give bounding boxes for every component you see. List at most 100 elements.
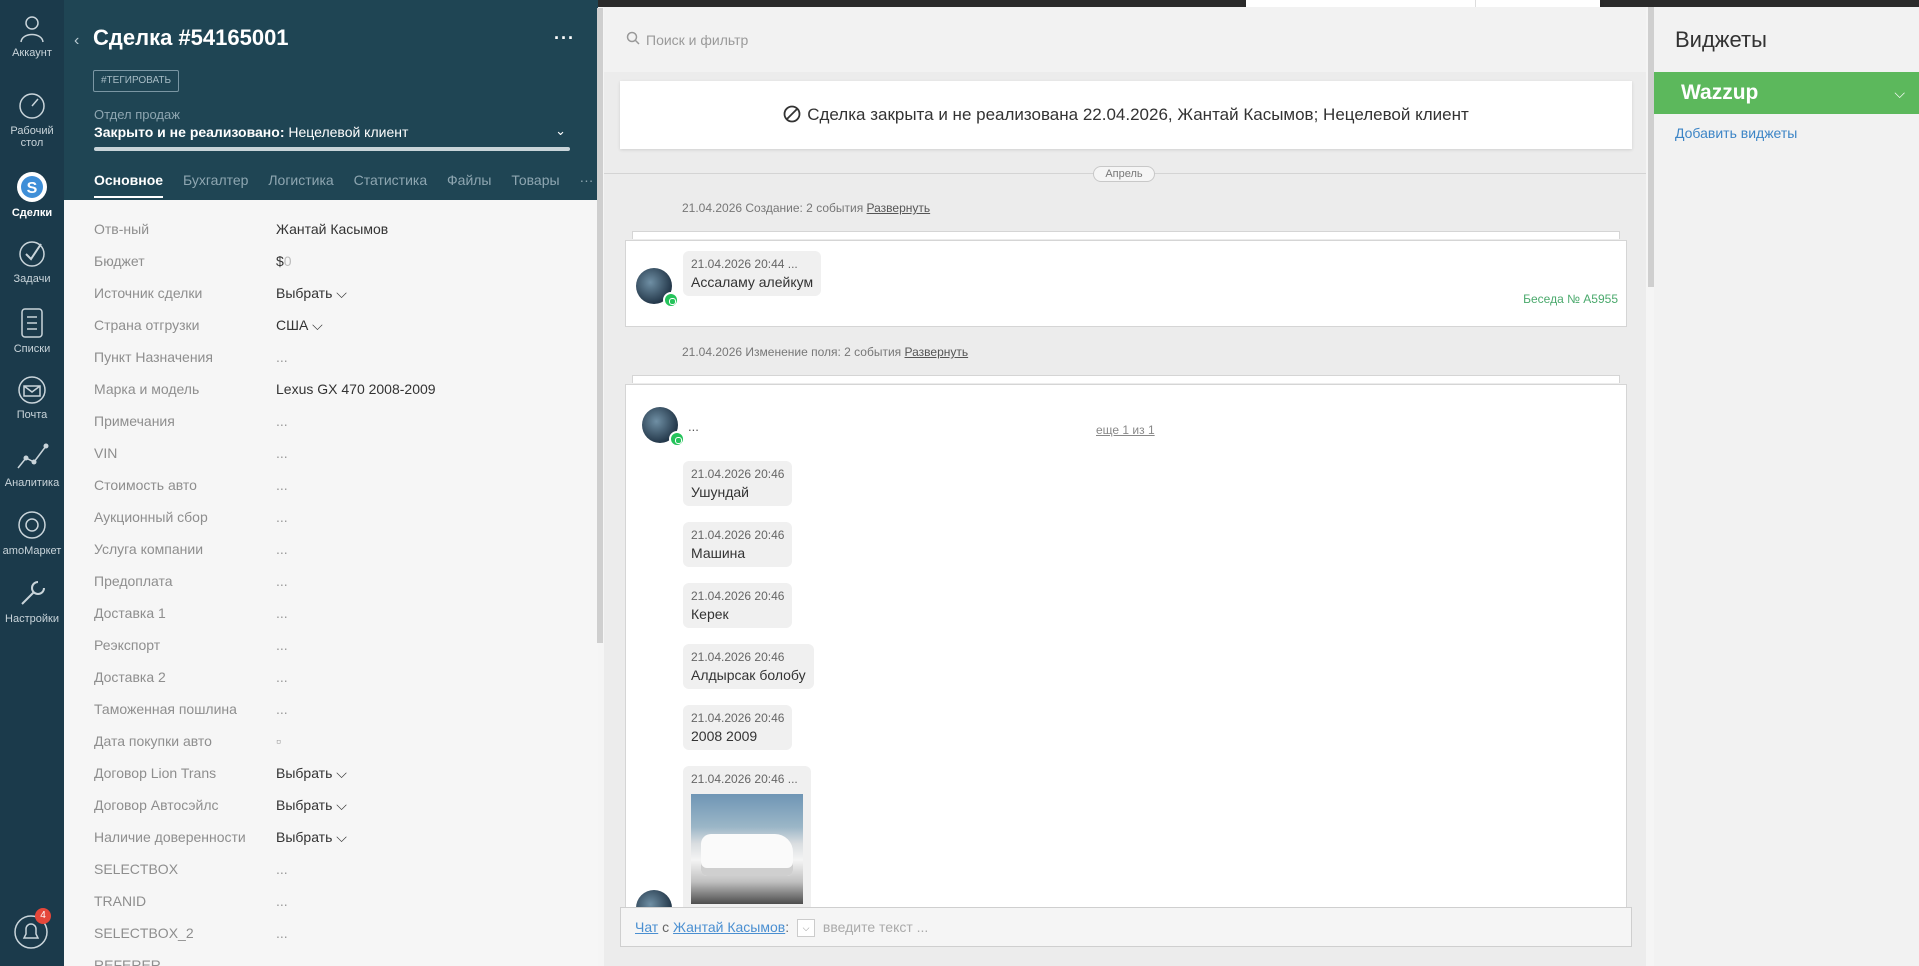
- field-label: TRANID: [94, 893, 147, 909]
- nav-deals[interactable]: S Сделки: [0, 170, 64, 219]
- field-label: Бюджет: [94, 253, 145, 269]
- status-reason: Нецелевой клиент: [284, 124, 409, 140]
- nav-mail[interactable]: Почта: [0, 374, 64, 421]
- field-select[interactable]: Выбрать ⌵: [276, 829, 347, 846]
- avatar: [642, 407, 685, 447]
- field-responsible: Отв-ный Жантай Касымов: [94, 218, 574, 250]
- message-bubble: 21.04.2026 20:46 Ушундай: [683, 461, 793, 506]
- deal-header: ‹ Сделка #54165001 ··· #ТЕГИРОВАТЬ Отдел…: [64, 0, 598, 200]
- field-value[interactable]: ...: [276, 861, 288, 877]
- field-label: Стоимость авто: [94, 477, 197, 493]
- contact-link[interactable]: Жантай Касымов: [673, 919, 785, 935]
- field-value[interactable]: ...: [276, 349, 288, 365]
- tab-main[interactable]: Основное: [94, 172, 164, 198]
- field-value[interactable]: Жантай Касымов: [276, 221, 388, 237]
- nav-settings[interactable]: Настройки: [0, 576, 64, 625]
- field-value[interactable]: ...: [276, 445, 288, 461]
- field-value[interactable]: ...: [276, 509, 288, 525]
- deal-panel-scrollbar[interactable]: [597, 8, 603, 643]
- nav-analytics[interactable]: Аналитика: [0, 440, 64, 489]
- message-time: 21.04.2026 20:46: [691, 711, 785, 725]
- nav-tasks[interactable]: Задачи: [0, 238, 64, 285]
- field-label: Страна отгрузки: [94, 317, 200, 333]
- nav-lists-label: Списки: [13, 343, 51, 355]
- field-car-price: Стоимость авто...: [94, 474, 574, 506]
- field-value[interactable]: $0: [276, 253, 292, 269]
- message-input[interactable]: введите текст ...: [823, 919, 928, 935]
- deal-status-select[interactable]: Закрыто и не реализовано: Нецелевой клие…: [94, 123, 570, 140]
- settings-icon: [21, 581, 45, 605]
- field-label: Предоплата: [94, 573, 173, 589]
- field-value[interactable]: ...: [276, 637, 288, 653]
- message-bubble: 21.04.2026 20:46 Алдырсак болобу: [683, 644, 814, 689]
- field-value[interactable]: ...: [276, 669, 288, 685]
- tag-button[interactable]: #ТЕГИРОВАТЬ: [93, 70, 180, 92]
- calendar-icon[interactable]: ▫: [276, 733, 281, 749]
- field-label: VIN: [94, 445, 118, 461]
- field-label: Доставка 1: [94, 605, 166, 621]
- more-messages-link[interactable]: еще 1 из 1: [1096, 423, 1155, 437]
- chat-colon: :: [785, 919, 790, 935]
- field-vin: VIN...: [94, 442, 574, 474]
- field-value[interactable]: ...: [276, 413, 288, 429]
- template-dropdown-icon[interactable]: ⌵: [797, 919, 816, 938]
- field-value[interactable]: ...: [276, 477, 288, 493]
- field-select[interactable]: Выбрать ⌵: [276, 285, 347, 302]
- field-label: Таможенная пошлина: [94, 701, 237, 717]
- field-value[interactable]: ...: [276, 925, 288, 941]
- nav-account[interactable]: Аккаунт: [0, 12, 64, 59]
- field-value[interactable]: Lexus GX 470 2008-2009: [276, 381, 436, 397]
- field-value[interactable]: ...: [276, 573, 288, 589]
- message-time: 21.04.2026 20:46: [691, 589, 785, 603]
- tab-statistics[interactable]: Статистика: [354, 172, 428, 188]
- deal-closed-banner: Сделка закрыта и не реализована 22.04.20…: [620, 81, 1632, 149]
- tab-products[interactable]: Товары: [511, 172, 559, 188]
- notifications-button[interactable]: 4: [14, 908, 51, 953]
- field-select[interactable]: Выбрать ⌵: [276, 765, 347, 782]
- event-group-text: 21.04.2026 Создание: 2 события: [682, 201, 867, 215]
- currency-symbol: $: [276, 253, 284, 269]
- widgets-panel: Виджеты Wazzup ⌵ Добавить виджеты: [1654, 7, 1919, 966]
- nav-lists[interactable]: Списки: [0, 306, 64, 355]
- chevron-down-icon[interactable]: ⌵: [1894, 72, 1905, 114]
- field-selectbox-2: SELECTBOX_2...: [94, 922, 574, 954]
- field-value[interactable]: ...: [276, 605, 288, 621]
- field-label: Марка и модель: [94, 381, 200, 397]
- add-widgets-link[interactable]: Добавить виджеты: [1675, 125, 1797, 141]
- field-value[interactable]: ...: [276, 893, 288, 909]
- car-photo[interactable]: [691, 794, 803, 904]
- nav-settings-label: Настройки: [5, 613, 59, 625]
- message-text: Ассаламу алейкум: [691, 274, 814, 290]
- field-value[interactable]: ...: [276, 541, 288, 557]
- notification-badge: 4: [35, 908, 51, 924]
- chat-link[interactable]: Чат: [635, 919, 658, 935]
- search-input[interactable]: Поиск и фильтр: [646, 32, 748, 48]
- back-arrow-icon[interactable]: ‹: [74, 32, 79, 50]
- deals-icon: S: [17, 172, 47, 202]
- tab-logistics[interactable]: Логистика: [268, 172, 333, 188]
- nav-dashboard[interactable]: Рабочий стол: [0, 90, 64, 149]
- nav-market[interactable]: amoМаркет: [0, 508, 64, 557]
- wazzup-widget[interactable]: Wazzup ⌵: [1654, 72, 1919, 114]
- chat-input-bar[interactable]: Чат с Жантай Касымов: ⌵ введите текст ..…: [620, 907, 1632, 947]
- tasks-icon: [19, 241, 45, 267]
- tabs-more-icon[interactable]: ···: [579, 172, 593, 188]
- field-label: SELECTBOX: [94, 861, 179, 877]
- tab-files[interactable]: Файлы: [447, 172, 491, 188]
- more-options-icon[interactable]: ···: [554, 28, 575, 49]
- conversation-number[interactable]: Беседа № A5955: [1523, 292, 1618, 306]
- expand-link[interactable]: Развернуть: [905, 345, 969, 359]
- expand-link[interactable]: Развернуть: [867, 201, 931, 215]
- field-label: Услуга компании: [94, 541, 204, 557]
- closed-banner-text: Сделка закрыта и не реализована 22.04.20…: [807, 105, 1469, 124]
- dashboard-icon: [19, 93, 45, 119]
- feed-search[interactable]: Поиск и фильтр: [604, 7, 1646, 72]
- field-value[interactable]: ...: [276, 701, 288, 717]
- status-label: Закрыто и не реализовано:: [94, 124, 285, 140]
- field-select[interactable]: США ⌵: [276, 317, 323, 334]
- tab-accounting[interactable]: Бухгалтер: [183, 172, 248, 188]
- field-label: Наличие довереннос­ти: [94, 829, 246, 845]
- field-select[interactable]: Выбрать ⌵: [276, 797, 347, 814]
- ban-icon: [783, 105, 801, 122]
- event-group-created: 21.04.2026 Создание: 2 события Развернут…: [682, 201, 930, 215]
